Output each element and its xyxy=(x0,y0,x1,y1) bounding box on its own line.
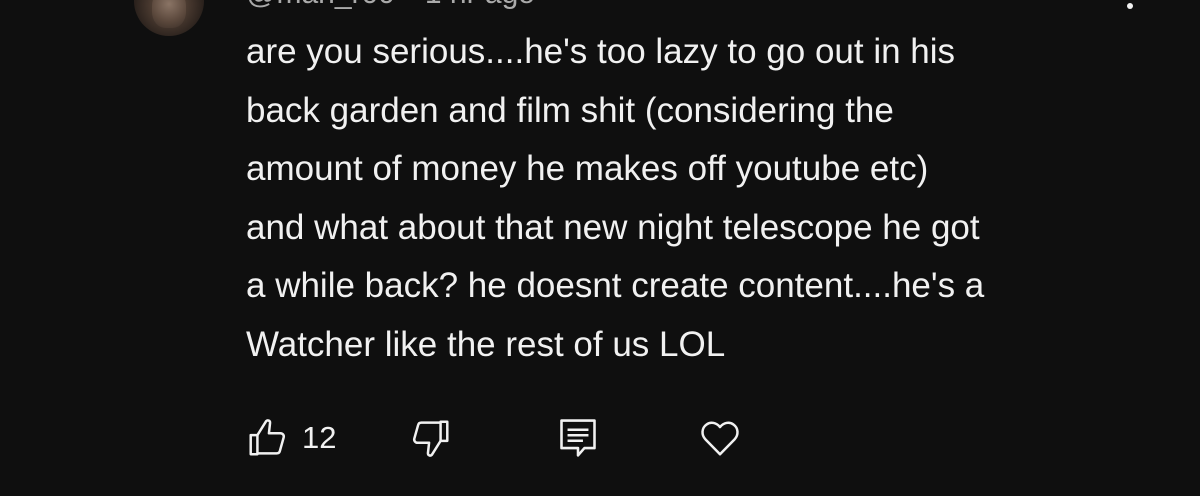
comment-text: are you serious....he's too lazy to go o… xyxy=(246,23,1146,374)
comment-text-line: Watcher like the rest of us LOL xyxy=(246,324,726,364)
more-vertical-icon[interactable] xyxy=(1122,0,1138,18)
reply-comment-icon xyxy=(560,419,596,457)
heart-button[interactable] xyxy=(696,410,744,466)
comment-actions: 12 xyxy=(0,410,1200,466)
comment-text-line: a while back? he doesnt create content..… xyxy=(246,266,985,305)
comment-author[interactable]: @man_r00 xyxy=(246,0,395,10)
comment-time: 1 hr ago xyxy=(425,0,535,10)
header-separator: · xyxy=(405,0,415,10)
comment-header: @man_r00 · 1 hr ago xyxy=(246,0,535,10)
comment-text-line: are you serious....he's too lazy to go o… xyxy=(246,32,956,71)
reply-button[interactable] xyxy=(556,410,600,466)
avatar-face xyxy=(152,0,186,28)
comment-text-line: back garden and film shit (considering t… xyxy=(246,90,894,130)
thumbs-up-icon xyxy=(249,419,286,456)
kebab-dot xyxy=(1127,3,1133,9)
like-button[interactable]: 12 xyxy=(244,410,336,466)
comment-text-line: and what about that new night telescope … xyxy=(246,207,980,247)
avatar[interactable] xyxy=(134,0,204,36)
thumbs-down-icon xyxy=(412,420,449,457)
comment-text-line: amount of money he makes off youtube etc… xyxy=(246,149,929,188)
like-count: 12 xyxy=(302,420,337,455)
dislike-button[interactable] xyxy=(408,410,454,466)
heart-icon xyxy=(701,421,739,456)
comment-item: @man_r00 · 1 hr ago are you serious....he'… xyxy=(0,0,1200,496)
